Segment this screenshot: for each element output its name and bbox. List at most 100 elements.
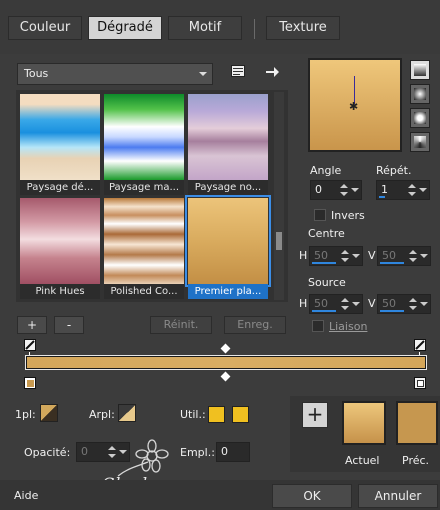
- plus-icon: +: [306, 402, 324, 426]
- chevron-down-icon[interactable]: [419, 188, 427, 192]
- ok-button[interactable]: OK: [272, 484, 352, 508]
- repeat-label: Répét.: [376, 164, 412, 177]
- gallery-scrollbar-thumb[interactable]: [276, 232, 282, 250]
- opacity-midpoint-marker[interactable]: [220, 343, 231, 354]
- style-radial-button[interactable]: [410, 132, 430, 152]
- gradient-preview: [20, 198, 100, 284]
- current-gradient-swatch[interactable]: [342, 401, 386, 445]
- add-swatch-button[interactable]: +: [302, 402, 328, 428]
- spin-arrows-icon[interactable]: [408, 249, 418, 263]
- reset-button[interactable]: Réinit.: [150, 316, 212, 334]
- add-gradient-button[interactable]: +: [17, 316, 47, 334]
- gradient-bar[interactable]: [25, 355, 427, 370]
- help-label[interactable]: Aide: [14, 489, 38, 502]
- stop-marker-bottom-right[interactable]: [414, 377, 426, 389]
- spin-arrows-icon[interactable]: [408, 297, 418, 311]
- style-sunburst-button[interactable]: [410, 108, 430, 128]
- gradient-thumb-label: Pink Hues: [20, 284, 100, 299]
- center-marker-icon[interactable]: ✱: [349, 100, 358, 113]
- rectangular-style-icon: [414, 88, 426, 100]
- centre-h-value: 50: [314, 249, 328, 262]
- tab-degrade[interactable]: Dégradé: [88, 16, 162, 40]
- source-v-input[interactable]: 50: [377, 294, 431, 314]
- centre-label: Centre: [308, 227, 345, 240]
- gradient-thumb[interactable]: Polished Co...: [104, 198, 184, 299]
- gradient-thumb-label: Paysage ma...: [104, 180, 184, 195]
- spin-arrows-icon[interactable]: [339, 183, 349, 197]
- stop-marker-top-right[interactable]: [414, 339, 426, 351]
- tab-bar: Couleur Dégradé Motif Texture: [0, 0, 440, 54]
- angle-value: 0: [315, 183, 322, 196]
- invert-checkbox[interactable]: [314, 209, 326, 221]
- link-label: Liaison: [329, 320, 368, 333]
- centre-h-bar: [312, 262, 336, 264]
- stop-color-swatch: [27, 380, 34, 387]
- angle-label: Angle: [310, 164, 342, 177]
- gradient-thumb[interactable]: Paysage ma...: [104, 94, 184, 195]
- user-color-swatch-1[interactable]: [208, 406, 225, 423]
- source-h-bar: [312, 310, 336, 312]
- color-midpoint-marker[interactable]: [220, 371, 231, 382]
- spin-arrows-icon[interactable]: [340, 297, 350, 311]
- centre-h-input[interactable]: 50: [309, 246, 363, 266]
- category-dropdown[interactable]: Tous: [17, 63, 213, 85]
- source-h-value: 50: [314, 297, 328, 310]
- link-checkbox[interactable]: [312, 320, 324, 332]
- gradient-preview: [104, 198, 184, 284]
- gradient-preview: [104, 94, 184, 180]
- gradient-thumb[interactable]: Paysage no...: [188, 94, 268, 195]
- tab-motif[interactable]: Motif: [168, 16, 242, 40]
- current-label: Actuel: [345, 454, 380, 467]
- chevron-down-icon[interactable]: [351, 188, 359, 192]
- chevron-down-icon[interactable]: [352, 302, 360, 306]
- style-linear-button[interactable]: [410, 60, 430, 80]
- foreground-label: 1pl:: [15, 408, 36, 421]
- location-input[interactable]: 0: [216, 442, 250, 462]
- opacity-value: 0: [81, 445, 88, 458]
- save-gradient-button[interactable]: Enreg.: [224, 316, 286, 334]
- previous-gradient-swatch[interactable]: [396, 401, 438, 445]
- centre-v-input[interactable]: 50: [377, 246, 431, 266]
- stop-marker-bottom-left[interactable]: [24, 377, 36, 389]
- user-color-swatch-2[interactable]: [232, 406, 249, 423]
- stop-marker-top-left[interactable]: [24, 339, 36, 351]
- repeat-input[interactable]: 1: [376, 180, 430, 200]
- angle-input[interactable]: 0: [310, 180, 362, 200]
- spin-arrows-icon[interactable]: [407, 183, 417, 197]
- source-label: Source: [308, 276, 346, 289]
- chevron-down-icon[interactable]: [420, 302, 428, 306]
- gradient-thumb-label: Polished Co...: [104, 284, 184, 299]
- gallery-scrollbar[interactable]: [274, 92, 284, 300]
- source-h-label: H: [299, 297, 308, 310]
- invert-label: Invers: [331, 209, 365, 222]
- tab-couleur[interactable]: Couleur: [8, 16, 82, 40]
- arrow-right-icon[interactable]: [264, 64, 280, 80]
- gradient-thumb[interactable]: Pink Hues: [20, 198, 100, 299]
- source-v-label: V: [368, 297, 376, 310]
- gallery-menu-icon[interactable]: [230, 63, 246, 79]
- source-h-input[interactable]: 50: [309, 294, 363, 314]
- centre-v-bar: [380, 262, 404, 264]
- remove-gradient-button[interactable]: -: [54, 316, 84, 334]
- linear-style-icon: [414, 64, 426, 76]
- cancel-button[interactable]: Annuler: [358, 484, 438, 508]
- source-v-bar: [380, 310, 404, 312]
- gradient-thumb[interactable]: Paysage dé...: [20, 94, 100, 195]
- gradient-preview-large[interactable]: ✱: [308, 58, 402, 152]
- chevron-down-icon[interactable]: [352, 254, 360, 258]
- tab-texture[interactable]: Texture: [266, 16, 340, 40]
- opacity-label: Opacité:: [24, 446, 71, 459]
- chevron-down-icon[interactable]: [420, 254, 428, 258]
- repeat-value-bar: [379, 196, 385, 198]
- gradient-preview: [188, 94, 268, 180]
- gradient-thumb-selected[interactable]: Premier pla...: [185, 195, 271, 299]
- style-rectangular-button[interactable]: [410, 84, 430, 104]
- centre-v-label: V: [368, 249, 376, 262]
- foreground-swatch[interactable]: [40, 404, 58, 422]
- location-value: 0: [221, 445, 228, 458]
- spin-arrows-icon[interactable]: [340, 249, 350, 263]
- background-swatch[interactable]: [118, 404, 136, 422]
- radial-style-icon: [414, 136, 426, 148]
- user-label: Util.:: [180, 408, 206, 421]
- background-label: Arpl:: [89, 408, 115, 421]
